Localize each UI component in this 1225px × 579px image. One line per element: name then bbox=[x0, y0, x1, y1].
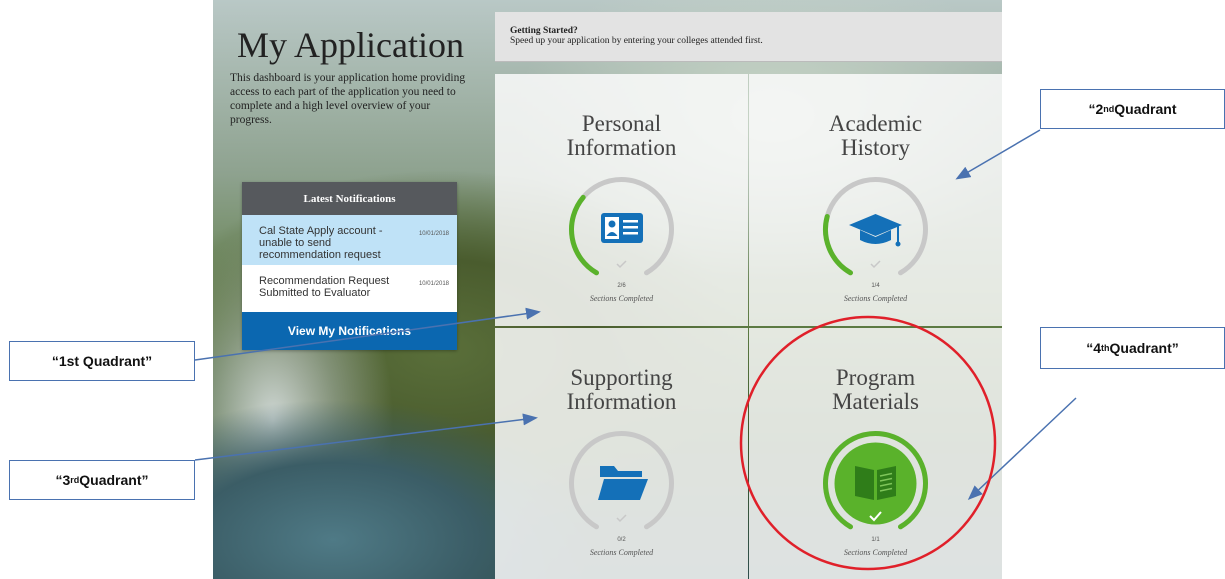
callout-q2: “2 nd Quadrant bbox=[1040, 89, 1225, 129]
callout-q3: “3 rd Quadrant” bbox=[9, 460, 195, 500]
callout-q1: “1st Quadrant” bbox=[9, 341, 195, 381]
arrow-q3 bbox=[194, 413, 538, 461]
arrow-q2 bbox=[955, 129, 1041, 180]
arrow-q1 bbox=[194, 307, 541, 361]
highlight-circle bbox=[739, 315, 997, 571]
arrow-q4 bbox=[967, 397, 1077, 501]
callout-q4: “4 th Quadrant” bbox=[1040, 327, 1225, 369]
